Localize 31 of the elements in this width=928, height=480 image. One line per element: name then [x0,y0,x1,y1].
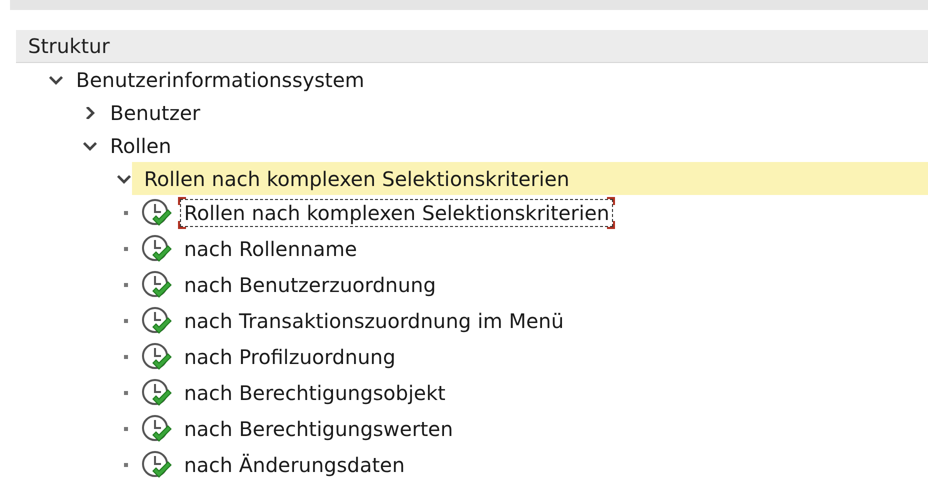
clock-check-icon [140,414,174,444]
tree-item[interactable]: nach Profilzuordnung [180,343,400,371]
tree-item[interactable]: nach Berechtigungswerten [180,415,458,443]
clock-check-icon [140,198,174,228]
bullet-icon [124,463,128,467]
clock-check-icon [140,234,174,264]
tree-item[interactable]: Rollen nach komplexen Selektionskriterien [180,199,614,227]
clock-check-icon [140,378,174,408]
tree-item[interactable]: Benutzerinformationssystem [72,66,368,94]
clock-check-icon [140,270,174,300]
clock-check-icon [140,306,174,336]
panel-title: Struktur [27,34,110,58]
collapse-chevron-icon[interactable] [116,172,132,184]
tree-item[interactable]: nach Berechtigungsobjekt [180,379,450,407]
tree-item[interactable]: Rollen [106,132,176,160]
tree-item[interactable]: nach Rollenname [180,235,362,263]
bullet-icon [124,283,128,287]
bullet-icon [124,355,128,359]
bullet-icon [124,391,128,395]
bullet-icon [124,211,128,215]
clock-check-icon [140,342,174,372]
tree-item[interactable]: nach Transaktionszuordnung im Menü [180,307,568,335]
bullet-icon [124,247,128,251]
tree-item[interactable]: Benutzer [106,98,204,126]
tree-item[interactable]: nach Änderungsdaten [180,451,409,479]
collapse-chevron-icon[interactable] [82,140,98,152]
clock-check-icon [140,450,174,480]
bullet-icon [124,319,128,323]
tree-item[interactable]: nach Benutzerzuordnung [180,271,440,299]
bullet-icon [124,427,128,431]
collapse-chevron-icon[interactable] [48,74,64,86]
